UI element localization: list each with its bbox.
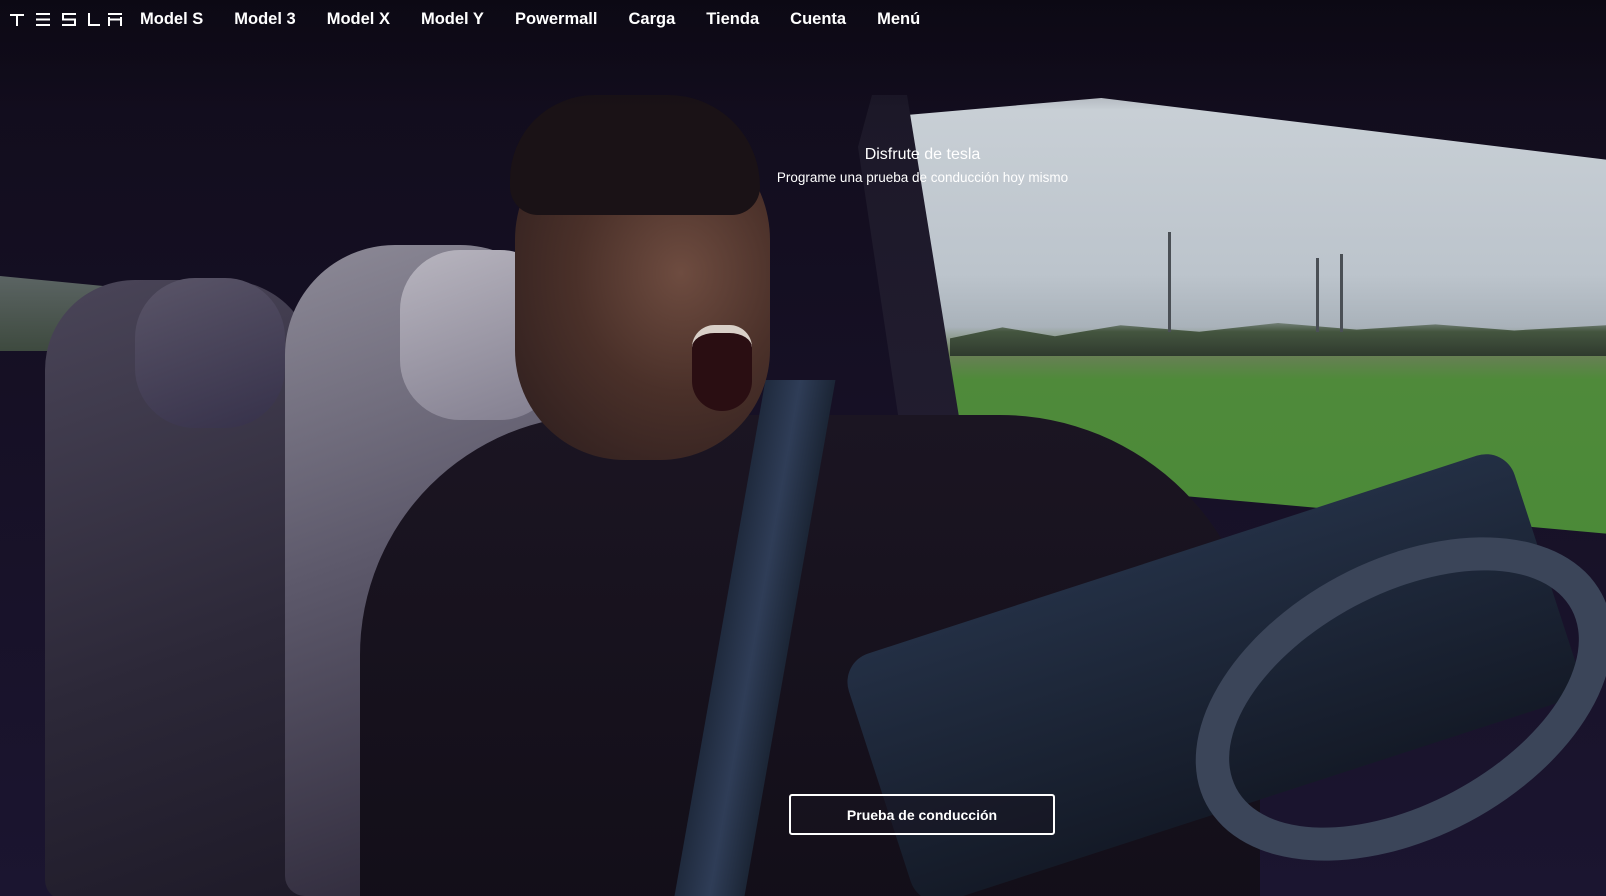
nav-link-model-3[interactable]: Model 3 (234, 10, 295, 29)
hero-stage: Model S Model 3 Model X Model Y Powermal… (0, 0, 1606, 896)
rear-headrest (135, 278, 285, 428)
nav-links: Model S Model 3 Model X Model Y Powermal… (140, 10, 951, 29)
nav-link-carga[interactable]: Carga (628, 10, 675, 29)
background-photo (0, 0, 1606, 896)
hero-text: Disfrute de tesla Programe una prueba de… (660, 146, 1185, 185)
nav-link-cuenta[interactable]: Cuenta (790, 10, 846, 29)
tesla-logo[interactable] (10, 12, 122, 26)
driver-mouth (692, 325, 752, 411)
power-pole (1316, 258, 1319, 332)
top-navigation: Model S Model 3 Model X Model Y Powermal… (0, 0, 1606, 38)
power-pylon (1168, 232, 1171, 332)
hero-subtitle: Programe una prueba de conducción hoy mi… (776, 170, 1069, 185)
nav-link-tienda[interactable]: Tienda (706, 10, 759, 29)
hero-title: Disfrute de tesla (864, 146, 981, 163)
power-pole (1340, 254, 1343, 332)
nav-link-model-y[interactable]: Model Y (421, 10, 484, 29)
tesla-wordmark-icon (10, 13, 122, 26)
nav-link-model-x[interactable]: Model X (327, 10, 390, 29)
nav-link-powermall[interactable]: Powermall (515, 10, 598, 29)
nav-link-menu[interactable]: Menú (877, 10, 920, 29)
nav-link-model-s[interactable]: Model S (140, 10, 203, 29)
test-drive-button[interactable]: Prueba de conducción (789, 794, 1055, 835)
